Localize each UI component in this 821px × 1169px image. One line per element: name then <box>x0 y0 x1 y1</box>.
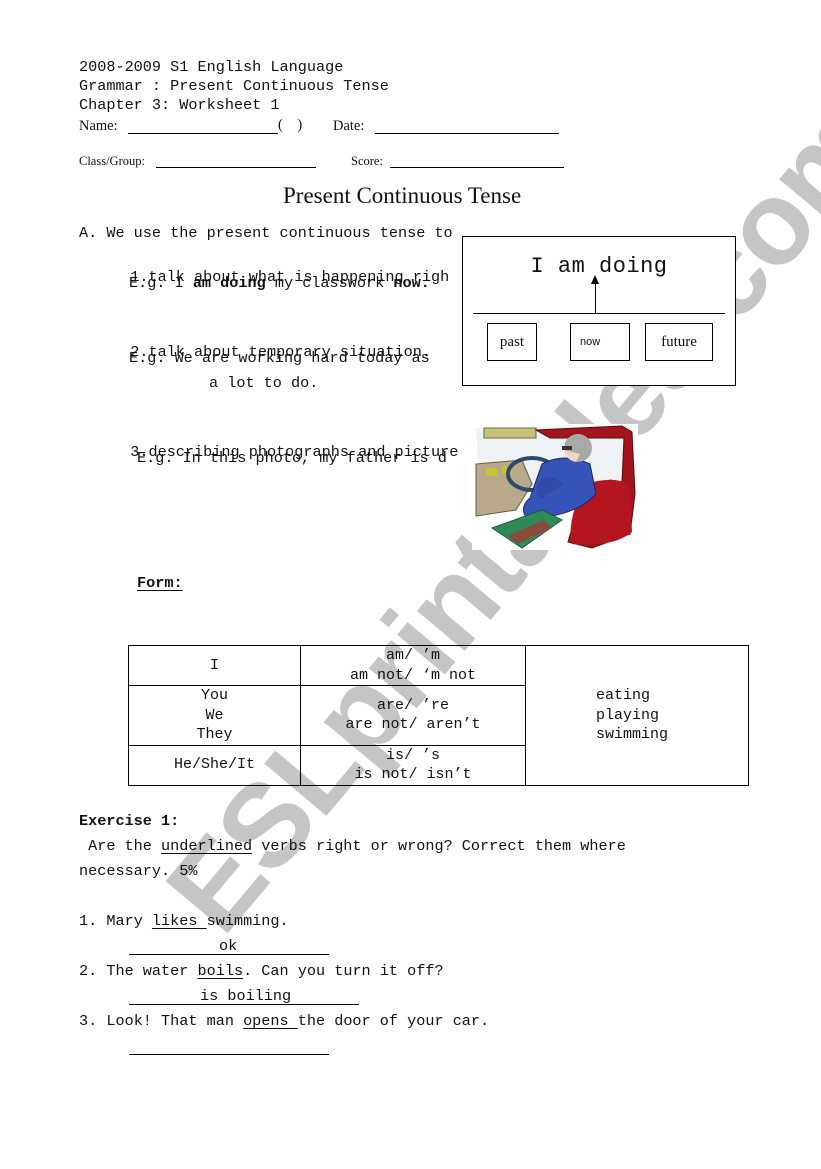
arrow-shaft <box>595 283 596 313</box>
verb-positive: am/ ’m <box>385 647 440 664</box>
class-group-field[interactable] <box>156 167 316 168</box>
exercise-1-heading: Exercise 1: <box>79 812 180 830</box>
subject-they: They <box>196 726 233 743</box>
page-title: Present Continuous Tense <box>283 183 522 208</box>
exercise-item-1: 1. Mary likes swimming. <box>79 912 289 931</box>
subject-we: We <box>205 706 224 724</box>
date-field[interactable] <box>375 133 559 134</box>
use-2-example-line2: a lot to do. <box>209 374 319 392</box>
verb-negative: is not/ isn’t <box>354 766 472 783</box>
class-number-brackets: ( ) <box>278 117 303 133</box>
name-label: Name: <box>79 118 118 134</box>
ing-forms-cell: eating playing swimming <box>525 645 749 786</box>
header-grammar: Grammar : Present Continuous Tense <box>79 77 389 95</box>
subject-cell: You We They <box>128 685 301 746</box>
item-text: Mary <box>97 912 152 930</box>
score-field[interactable] <box>390 167 564 168</box>
ing-form: eating <box>596 687 651 704</box>
subject-he-she-it: He/She/It <box>173 756 255 774</box>
item-underlined-verb: boils <box>197 962 244 980</box>
example-bold-time: now. <box>393 274 430 292</box>
exercise-1-instruction-line2: necessary. 5% <box>79 862 198 880</box>
header-course: 2008-2009 S1 English Language <box>79 58 344 76</box>
item-text: Look! That man <box>97 1012 244 1030</box>
driving-man-illustration <box>472 424 638 550</box>
example-text: my classwork <box>265 274 394 292</box>
exercise-item-3: 3. Look! That man opens the door of your… <box>79 1012 489 1031</box>
answer-3-field[interactable] <box>129 1054 329 1055</box>
diagram-title: I am doing <box>530 254 668 279</box>
timeline-now: now <box>570 323 630 361</box>
item-underlined-verb: likes <box>151 912 207 930</box>
verb-cell: is/ ’s is not/ isn’t <box>300 744 526 786</box>
item-text: the door of your car. <box>297 1012 490 1030</box>
subject-cell: He/She/It <box>128 744 301 786</box>
item-number: 1. <box>79 912 98 930</box>
ing-form: playing <box>596 706 660 724</box>
header-chapter: Chapter 3: Worksheet 1 <box>79 96 280 114</box>
item-underlined-verb: opens <box>243 1012 298 1030</box>
instruction-text: Are the <box>79 837 162 855</box>
subject-cell: I <box>128 645 301 686</box>
example-text: E.g. I <box>129 274 193 292</box>
item-number: 2. <box>79 962 98 980</box>
verb-positive: is/ ’s <box>385 746 440 764</box>
date-label: Date: <box>333 118 365 134</box>
exercise-1-instruction: Are the underlined verbs right or wrong?… <box>79 837 626 856</box>
answer-1-field[interactable] <box>129 954 329 955</box>
timeline-diagram: I am doing past now future <box>462 236 736 386</box>
table-row: I am/ ’m am not/ ‘m not eating playing swim… <box>128 645 749 786</box>
subject-i: I <box>209 656 219 674</box>
verb-cell: am/ ’m am not/ ‘m not <box>300 645 526 686</box>
instruction-underlined: underlined <box>161 837 253 855</box>
example-bold-verb: am doing <box>192 274 266 292</box>
score-label: Score: <box>351 154 383 168</box>
exercise-item-2: 2. The water boils. Can you turn it off? <box>79 962 444 981</box>
form-table: I am/ ’m am not/ ‘m not eating playing swim… <box>128 645 749 786</box>
timeline-line <box>473 313 725 314</box>
form-heading: Form: <box>137 574 183 592</box>
use-2-example-line1: E.g. We are working hard today as <box>129 349 430 367</box>
use-3-example-line1: E.g. In this photo, my father is d <box>137 449 447 467</box>
class-group-label: Class/Group: <box>79 154 145 168</box>
subject-you: You <box>200 687 228 704</box>
timeline-future: future <box>645 323 713 361</box>
ing-form: swimming <box>596 726 669 743</box>
timeline-past: past <box>487 323 537 361</box>
use-1-example: E.g. I am doing my classwork now. <box>129 274 430 293</box>
item-number: 3. <box>79 1012 98 1030</box>
name-field[interactable] <box>128 133 278 134</box>
answer-2-field[interactable] <box>129 1004 359 1005</box>
instruction-text: verbs right or wrong? Correct them where <box>252 837 626 855</box>
verb-positive: are/ ’re <box>376 696 449 714</box>
verb-cell: are/ ’re are not/ aren’t <box>300 685 526 746</box>
verb-negative: am not/ ‘m not <box>349 666 477 684</box>
item-text: swimming. <box>206 912 289 930</box>
verb-negative: are not/ aren’t <box>345 716 481 734</box>
section-a-intro: A. We use the present continuous tense t… <box>79 224 453 242</box>
item-text: . Can you turn it off? <box>243 962 444 980</box>
item-text: The water <box>97 962 198 980</box>
